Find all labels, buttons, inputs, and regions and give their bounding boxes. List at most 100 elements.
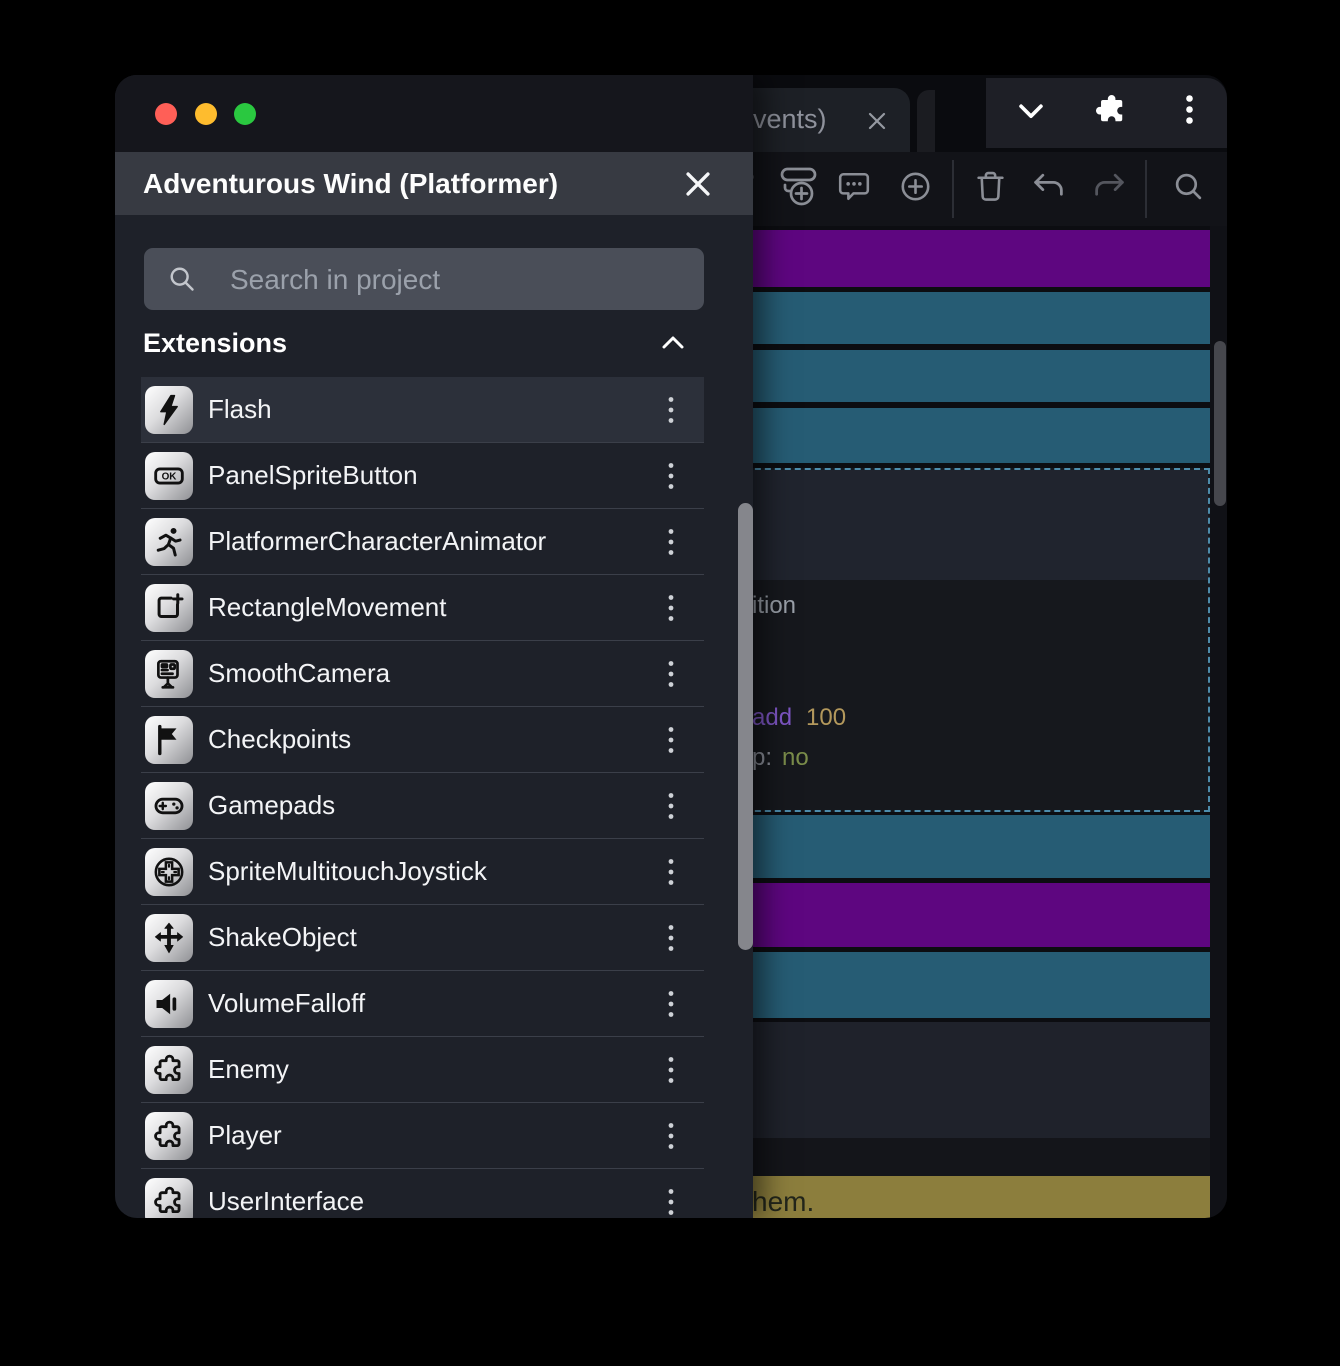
extension-item-label: VolumeFalloff — [208, 971, 365, 1035]
speaker-icon — [145, 980, 193, 1028]
close-icon[interactable] — [681, 167, 715, 201]
project-title: Adventurous Wind (Platformer) — [143, 152, 558, 215]
item-menu-kebab-icon[interactable] — [665, 989, 677, 1019]
extension-item-label: Gamepads — [208, 773, 335, 837]
runner-icon — [145, 518, 193, 566]
window-controls-panel — [986, 78, 1227, 148]
project-manager-drawer: Adventurous Wind (Platformer) Extensions… — [115, 75, 753, 1218]
event-teal[interactable] — [675, 815, 1210, 878]
search-icon — [168, 265, 196, 293]
item-menu-kebab-icon[interactable] — [665, 791, 677, 821]
extension-item-label: RectangleMovement — [208, 575, 446, 639]
rectangle-plus-icon — [145, 584, 193, 632]
extension-list-item[interactable]: Flash — [141, 377, 704, 443]
item-menu-kebab-icon[interactable] — [665, 593, 677, 623]
event-teal[interactable] — [675, 292, 1210, 344]
toolbar-divider — [1145, 160, 1147, 218]
extension-item-label: SmoothCamera — [208, 641, 390, 705]
puzzle-icon — [145, 1046, 193, 1094]
bolt-icon — [145, 386, 193, 434]
extension-list-item[interactable]: SpriteMultitouchJoystick — [141, 839, 704, 905]
item-menu-kebab-icon[interactable] — [665, 857, 677, 887]
item-menu-kebab-icon[interactable] — [665, 1121, 677, 1151]
extension-item-label: Checkpoints — [208, 707, 351, 771]
svg-text:OK: OK — [162, 472, 178, 483]
extension-list-item[interactable]: RectangleMovement — [141, 575, 704, 641]
event-dark[interactable] — [675, 1022, 1210, 1138]
extensions-section-header[interactable]: Extensions — [143, 322, 725, 364]
event-purple[interactable] — [675, 230, 1210, 287]
extension-list-item[interactable]: Enemy — [141, 1037, 704, 1103]
item-menu-kebab-icon[interactable] — [665, 461, 677, 491]
chevron-down-icon[interactable] — [1014, 94, 1048, 133]
item-menu-kebab-icon[interactable] — [665, 725, 677, 755]
add-event-icon[interactable] — [900, 171, 931, 207]
item-menu-kebab-icon[interactable] — [665, 659, 677, 689]
event-comment-text[interactable]: hem. — [752, 1186, 814, 1218]
extension-item-label: SpriteMultitouchJoystick — [208, 839, 487, 903]
search-input[interactable] — [228, 248, 682, 312]
minimize-traffic-light[interactable] — [195, 103, 217, 125]
item-menu-kebab-icon[interactable] — [665, 527, 677, 557]
item-menu-kebab-icon[interactable] — [665, 1055, 677, 1085]
gamepad-icon — [145, 782, 193, 830]
extension-item-label: Player — [208, 1103, 282, 1167]
extension-item-label: ShakeObject — [208, 905, 357, 969]
tab-close-icon[interactable] — [866, 110, 888, 132]
events-scrollbar-thumb[interactable] — [1214, 341, 1226, 506]
item-menu-kebab-icon[interactable] — [665, 1187, 677, 1217]
extensions-puzzle-icon[interactable] — [1092, 92, 1130, 135]
delete-icon[interactable] — [975, 170, 1006, 208]
drawer-titlebar: Adventurous Wind (Platformer) — [115, 152, 753, 215]
chevron-up-icon[interactable] — [658, 330, 688, 356]
extension-list-item[interactable]: ShakeObject — [141, 905, 704, 971]
app-window: vents) — [115, 75, 1227, 1218]
add-comment-icon[interactable] — [837, 170, 871, 209]
item-menu-kebab-icon[interactable] — [665, 395, 677, 425]
extension-item-label: Enemy — [208, 1037, 289, 1101]
window-chrome — [115, 75, 753, 152]
extension-list-item[interactable]: Gamepads — [141, 773, 704, 839]
joystick-icon — [145, 848, 193, 896]
extension-list-item[interactable]: Player — [141, 1103, 704, 1169]
browser-menu-kebab-icon[interactable] — [1184, 94, 1195, 133]
camera-icon — [145, 650, 193, 698]
event-parameter-text[interactable]: p:no — [752, 744, 809, 772]
extensions-list: Flash OK PanelSpriteButton PlatformerCha… — [141, 377, 704, 1218]
extension-list-item[interactable]: PlatformerCharacterAnimator — [141, 509, 704, 575]
event-purple[interactable] — [675, 883, 1210, 947]
project-search-field[interactable] — [144, 248, 704, 310]
extension-item-label: PanelSpriteButton — [208, 443, 418, 507]
extension-item-label: UserInterface — [208, 1169, 364, 1218]
drawer-scrollbar-thumb[interactable] — [738, 503, 753, 950]
ok-button-icon: OK — [145, 452, 193, 500]
puzzle-icon — [145, 1178, 193, 1218]
extension-list-item[interactable]: Checkpoints — [141, 707, 704, 773]
event-teal[interactable] — [675, 408, 1210, 463]
close-traffic-light[interactable] — [155, 103, 177, 125]
event-teal[interactable] — [675, 350, 1210, 402]
selected-event-condition-area[interactable] — [677, 470, 1208, 580]
item-menu-kebab-icon[interactable] — [665, 923, 677, 953]
event-darker[interactable] — [675, 1138, 1210, 1176]
event-condition-text[interactable]: ition — [752, 592, 796, 620]
undo-icon[interactable] — [1031, 171, 1066, 207]
event-teal[interactable] — [675, 952, 1210, 1018]
extension-list-item[interactable]: VolumeFalloff — [141, 971, 704, 1037]
section-title: Extensions — [143, 328, 287, 358]
redo-icon[interactable] — [1092, 171, 1127, 207]
event-action-text[interactable]: add100 — [752, 704, 846, 732]
puzzle-icon — [145, 1112, 193, 1160]
zoom-traffic-light[interactable] — [234, 103, 256, 125]
tab-events-label: vents) — [753, 104, 827, 135]
extension-item-label: PlatformerCharacterAnimator — [208, 509, 546, 573]
extension-list-item[interactable]: SmoothCamera — [141, 641, 704, 707]
toolbar-divider — [952, 160, 954, 218]
extension-list-item[interactable]: OK PanelSpriteButton — [141, 443, 704, 509]
extension-list-item[interactable]: UserInterface — [141, 1169, 704, 1218]
tab-partial[interactable] — [917, 90, 935, 152]
flag-icon — [145, 716, 193, 764]
extension-item-label: Flash — [208, 377, 272, 441]
search-events-icon[interactable] — [1173, 171, 1204, 207]
add-sub-event-icon[interactable] — [778, 166, 818, 213]
